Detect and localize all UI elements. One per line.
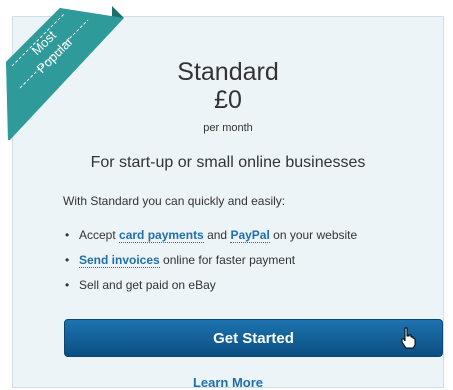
feature-item: Sell and get paid on eBay (63, 277, 357, 302)
pricing-card: Standard £0 per month For start-up or sm… (12, 16, 444, 390)
feature-text: and (203, 228, 231, 242)
features-intro: With Standard you can quickly and easily… (63, 194, 286, 208)
send-invoices-link[interactable]: Send invoices (79, 253, 160, 268)
price-period: per month (203, 122, 253, 134)
card-payments-link[interactable]: card payments (119, 228, 204, 243)
feature-list: Accept card payments and PayPal on your … (63, 227, 357, 302)
get-started-button[interactable]: Get Started (64, 319, 443, 357)
feature-text: online for faster payment (159, 253, 296, 267)
feature-text: Sell and get paid on eBay (79, 278, 216, 292)
hand-pointer-icon (401, 327, 416, 349)
feature-item: Accept card payments and PayPal on your … (63, 227, 357, 252)
learn-more-link[interactable]: Learn More (13, 375, 443, 390)
feature-item: Send invoices online for faster payment (63, 252, 357, 277)
plan-price: £0 (214, 86, 242, 114)
plan-name: Standard (177, 58, 279, 86)
paypal-link[interactable]: PayPal (230, 228, 270, 243)
plan-tagline: For start-up or small online businesses (90, 154, 366, 171)
feature-text: on your website (269, 228, 358, 242)
feature-text: Accept (79, 228, 120, 242)
